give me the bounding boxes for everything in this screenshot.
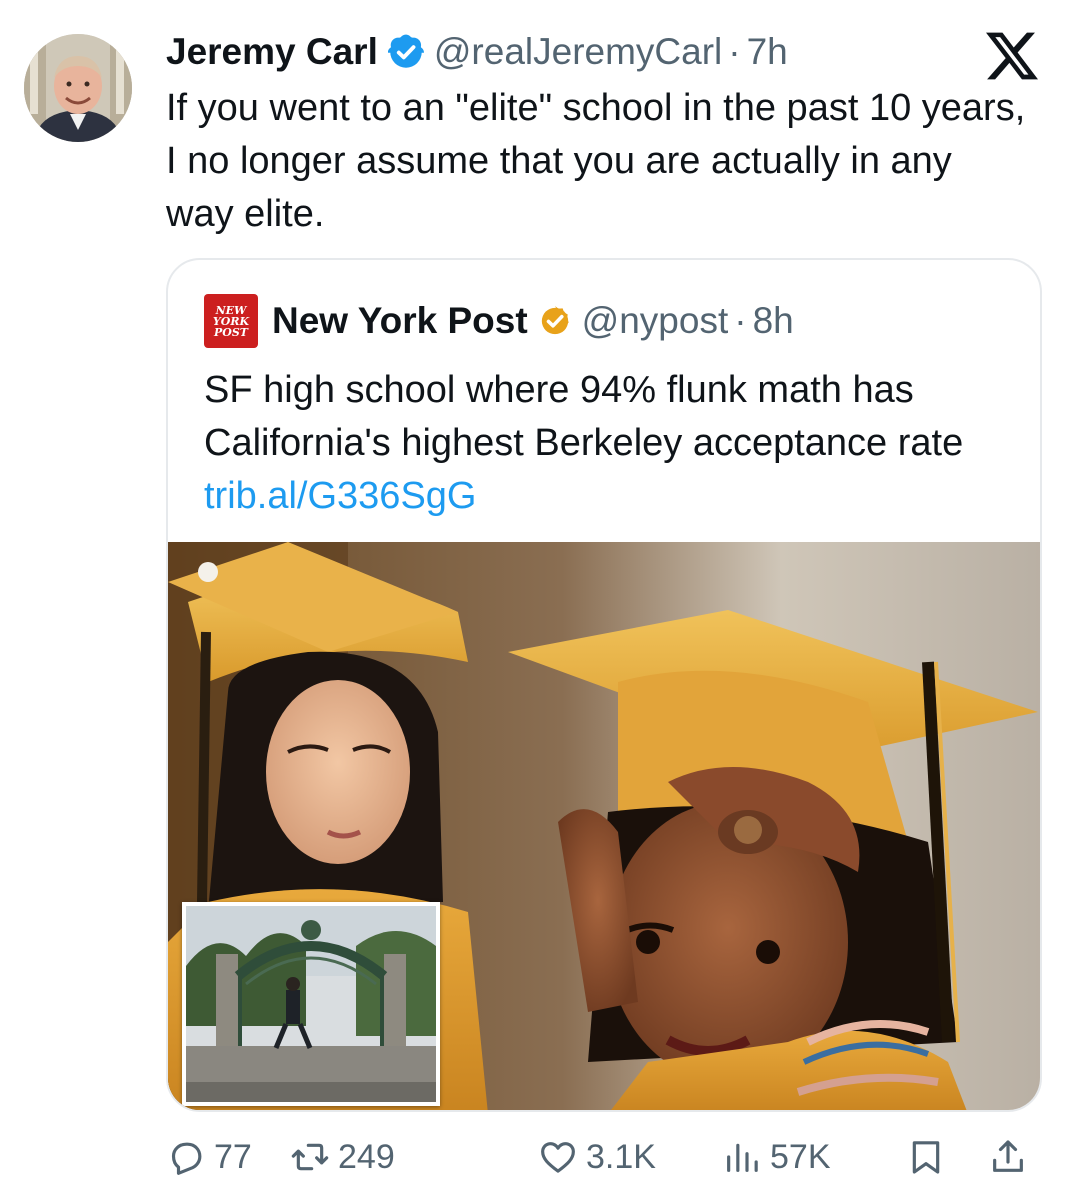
nypost-logo[interactable]: NEW YORK POST <box>204 294 258 348</box>
author-handle[interactable]: @realJeremyCarl <box>434 28 722 76</box>
share-icon <box>993 1140 1023 1172</box>
retweet-count: 249 <box>338 1137 395 1176</box>
retweet-icon <box>291 1143 329 1171</box>
reply-count: 77 <box>214 1137 252 1176</box>
like-button[interactable]: 3.1K <box>538 1132 656 1182</box>
reply-button[interactable]: 77 <box>166 1132 252 1182</box>
nypost-logo-line-1: NEW <box>215 303 247 317</box>
quoted-link[interactable]: trib.al/G336SgG <box>204 475 476 517</box>
like-count: 3.1K <box>586 1137 656 1176</box>
share-button[interactable] <box>988 1132 1028 1182</box>
quoted-text-body: SF high school where 94% flunk math has … <box>204 369 964 464</box>
retweet-button[interactable]: 249 <box>290 1132 395 1182</box>
quoted-tweet[interactable]: NEW YORK POST New York Post @nypost · 8h… <box>166 258 1042 1112</box>
sather-gate-photo <box>186 906 436 1102</box>
views-icon <box>727 1143 758 1172</box>
views-button[interactable]: 57K <box>722 1132 831 1182</box>
x-logo-icon[interactable] <box>986 30 1038 82</box>
views-count: 57K <box>770 1137 831 1176</box>
bookmark-button[interactable] <box>906 1132 946 1182</box>
quoted-handle[interactable]: @nypost <box>582 297 729 345</box>
quoted-media-image[interactable] <box>168 542 1040 1110</box>
verified-badge-icon <box>387 34 424 68</box>
author-name[interactable]: Jeremy Carl <box>166 28 378 76</box>
quoted-text: SF high school where 94% flunk math has … <box>204 364 1004 523</box>
tweet: Jeremy Carl @realJeremyCarl · 7h If you … <box>0 0 1066 1200</box>
reply-icon <box>171 1142 202 1175</box>
tweet-text: If you went to an "elite" school in the … <box>166 87 1026 235</box>
author-avatar[interactable] <box>24 34 132 142</box>
tweet-header: Jeremy Carl @realJeremyCarl · 7h <box>166 28 788 76</box>
quoted-timestamp[interactable]: 8h <box>753 297 794 345</box>
like-icon <box>541 1142 575 1173</box>
header-separator: · <box>728 31 741 72</box>
quoted-separator: · <box>734 300 747 341</box>
bookmark-icon <box>912 1141 940 1174</box>
nypost-logo-line-2: YORK <box>212 314 250 328</box>
nypost-logo-line-3: POST <box>214 325 248 339</box>
avatar-image <box>24 34 132 142</box>
action-bar: 77 249 3.1K 57K <box>166 1132 1042 1182</box>
quoted-author-name[interactable]: New York Post <box>272 297 528 345</box>
quoted-header: NEW YORK POST New York Post @nypost · 8h <box>204 294 794 348</box>
gold-check-icon <box>541 306 569 335</box>
inset-photo <box>182 902 440 1106</box>
tweet-timestamp[interactable]: 7h <box>747 28 788 76</box>
